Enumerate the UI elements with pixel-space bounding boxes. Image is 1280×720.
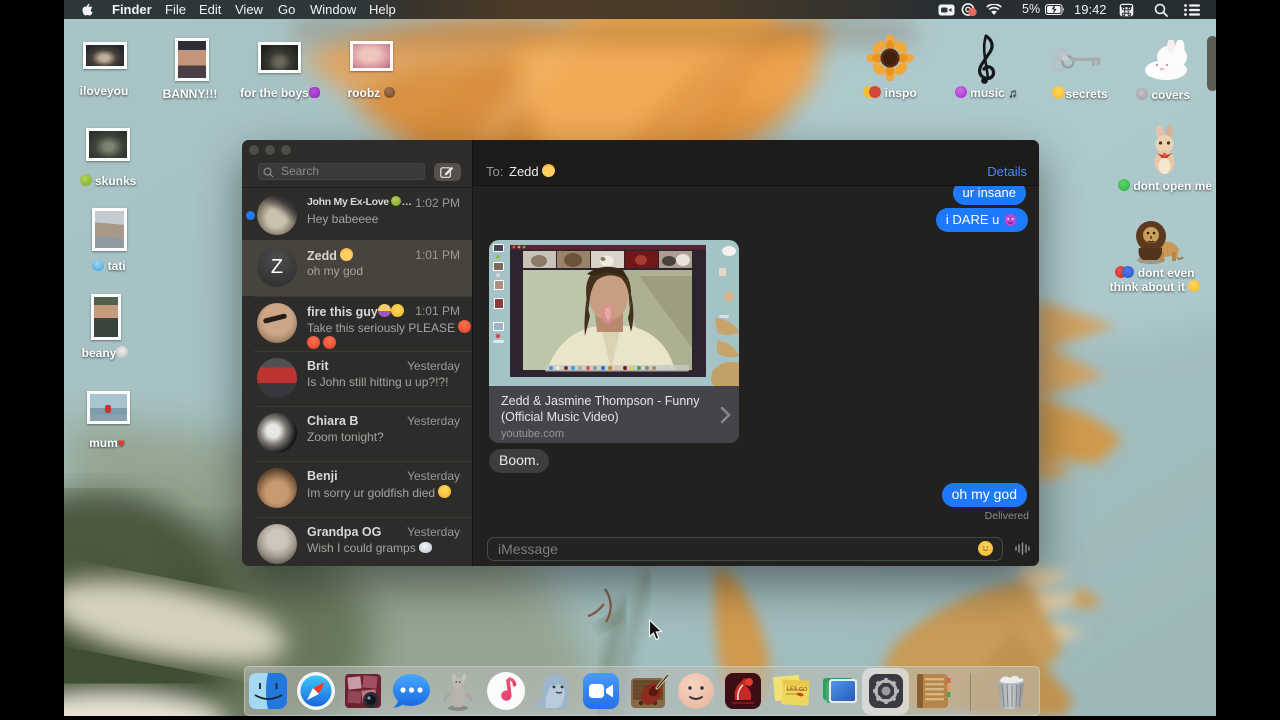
svg-text:LES GO: LES GO [786, 686, 807, 693]
